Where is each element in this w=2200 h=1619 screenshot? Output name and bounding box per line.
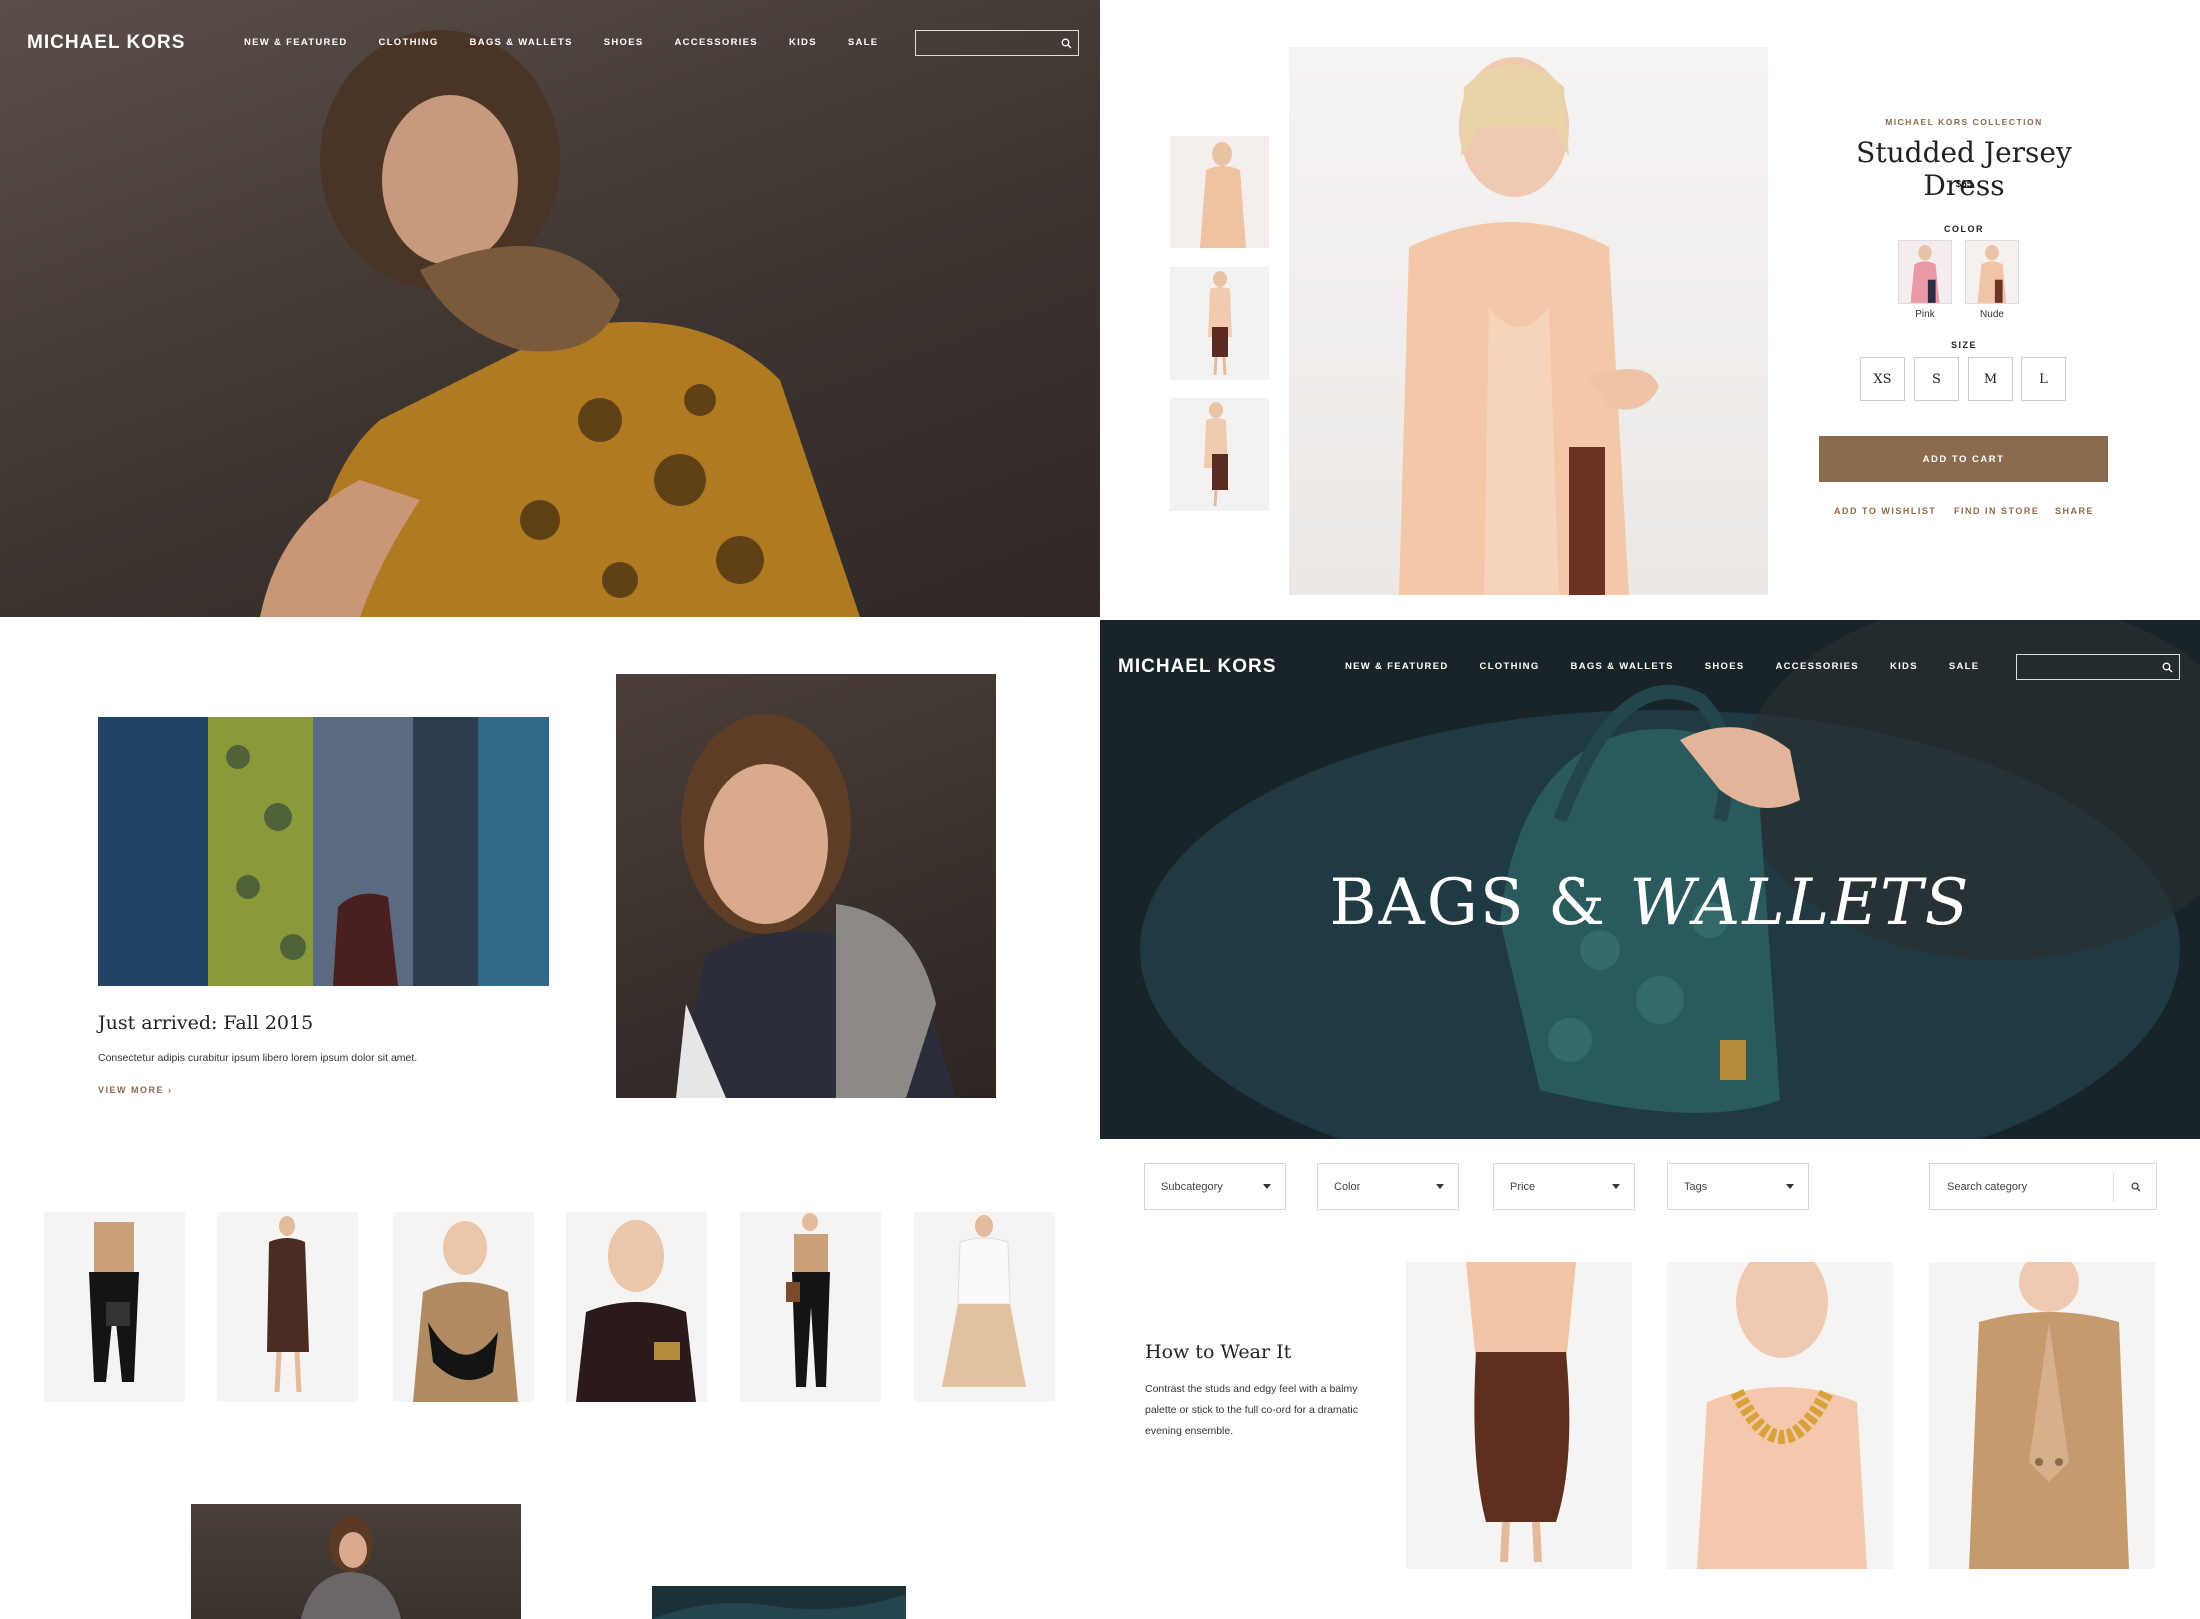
search-icon[interactable] [1061,38,1072,49]
size-option-l[interactable]: L [2021,357,2066,401]
category-product-tile[interactable] [1406,1262,1632,1569]
size-option-m[interactable]: M [1968,357,2013,401]
add-to-cart-button[interactable]: ADD TO CART [1819,436,2108,482]
nav-item-accessories[interactable]: ACCESSORIES [1775,661,1858,672]
nav-item-clothing[interactable]: CLOTHING [379,37,439,48]
category-search[interactable]: Search category [1929,1163,2157,1210]
lookbook-image[interactable] [652,1586,906,1619]
nav-item-kids[interactable]: KIDS [1890,661,1918,672]
nav-item-shoes[interactable]: SHOES [1705,661,1745,672]
color-name-pink: Pink [1915,309,1935,320]
category-hero-title: BAGS & WALLETS [1100,866,2200,940]
nav-item-shoes[interactable]: SHOES [604,37,644,48]
product-tile[interactable] [914,1212,1055,1402]
brand-logo[interactable]: MICHAEL KORS [27,32,185,54]
add-to-wishlist-link[interactable]: ADD TO WISHLIST [1834,506,1936,516]
nav-item-kids[interactable]: KIDS [789,37,817,48]
nav-item-sale[interactable]: SALE [848,37,879,48]
product-tile[interactable] [217,1212,358,1402]
caret-down-icon [1786,1184,1794,1189]
filter-color[interactable]: Color [1317,1163,1459,1210]
view-more-link[interactable]: VIEW MORE › [98,1085,173,1095]
filter-price[interactable]: Price [1493,1163,1635,1210]
search-divider [2113,1172,2114,1202]
caret-down-icon [1436,1184,1444,1189]
product-tile[interactable] [44,1212,185,1402]
search-input[interactable] [2016,654,2180,680]
filter-tags[interactable]: Tags [1667,1163,1809,1210]
nav-item-accessories[interactable]: ACCESSORIES [674,37,757,48]
size-option-xs[interactable]: XS [1860,357,1905,401]
main-nav: NEW & FEATURED CLOTHING BAGS & WALLETS S… [1345,661,1979,672]
product-thumbnail[interactable] [1170,267,1269,380]
nav-item-new[interactable]: NEW & FEATURED [1345,661,1449,672]
brand-logo[interactable]: MICHAEL KORS [1118,656,1276,678]
feature-image[interactable] [98,717,549,986]
search-icon[interactable] [2162,662,2173,673]
product-main-image [1289,47,1768,595]
color-swatch-pink[interactable] [1898,240,1952,304]
main-nav: NEW & FEATURED CLOTHING BAGS & WALLETS S… [244,37,878,48]
search-icon[interactable] [2131,1182,2141,1192]
hero-title-part: BAGS & [1329,866,1630,940]
hero-title-italic: WALLETS [1629,866,1971,940]
search-input[interactable] [915,30,1079,56]
product-name: Studded Jersey Dress [1856,136,2072,202]
portrait-image[interactable] [616,674,996,1098]
hero-model-photo [260,30,860,617]
caret-down-icon [1263,1184,1271,1189]
color-name-nude: Nude [1980,309,2004,320]
category-search-input[interactable]: Search category [1947,1181,2027,1193]
size-label: SIZE [1950,340,1977,350]
category-product-tile[interactable] [1667,1262,1893,1569]
caret-down-icon [1612,1184,1620,1189]
product-tile[interactable] [393,1212,534,1402]
product-thumbnail[interactable] [1170,136,1269,248]
find-in-store-link[interactable]: FIND IN STORE [1954,506,2039,516]
how-to-wear-title: How to Wear It [1145,1341,1292,1363]
nav-item-bags[interactable]: BAGS & WALLETS [1571,661,1674,672]
filter-label: Price [1510,1180,1536,1193]
home-hero [0,0,1100,617]
filter-label: Tags [1684,1180,1708,1193]
share-link[interactable]: SHARE [2055,506,2094,516]
nav-item-bags[interactable]: BAGS & WALLETS [470,37,573,48]
category-product-tile[interactable] [1929,1262,2155,1569]
filter-subcategory[interactable]: Subcategory [1144,1163,1286,1210]
feature-body: Consectetur adipis curabitur ipsum liber… [98,1052,418,1064]
product-price: $65 [1955,179,1973,190]
product-tile[interactable] [740,1212,881,1402]
lookbook-image[interactable] [191,1504,521,1619]
product-thumbnail[interactable] [1170,398,1269,511]
feature-title: Just arrived: Fall 2015 [98,1012,314,1034]
nav-item-sale[interactable]: SALE [1949,661,1980,672]
product-tile[interactable] [566,1212,707,1402]
filter-label: Subcategory [1161,1180,1223,1193]
color-swatch-nude[interactable] [1965,240,2019,304]
filter-label: Color [1334,1180,1361,1193]
nav-item-new[interactable]: NEW & FEATURED [244,37,348,48]
nav-item-clothing[interactable]: CLOTHING [1480,661,1540,672]
size-option-s[interactable]: S [1914,357,1959,401]
product-collection: MICHAEL KORS COLLECTION [1885,117,2043,127]
color-label: COLOR [1944,224,1984,234]
how-to-wear-body: Contrast the studs and edgy feel with a … [1145,1383,1359,1437]
